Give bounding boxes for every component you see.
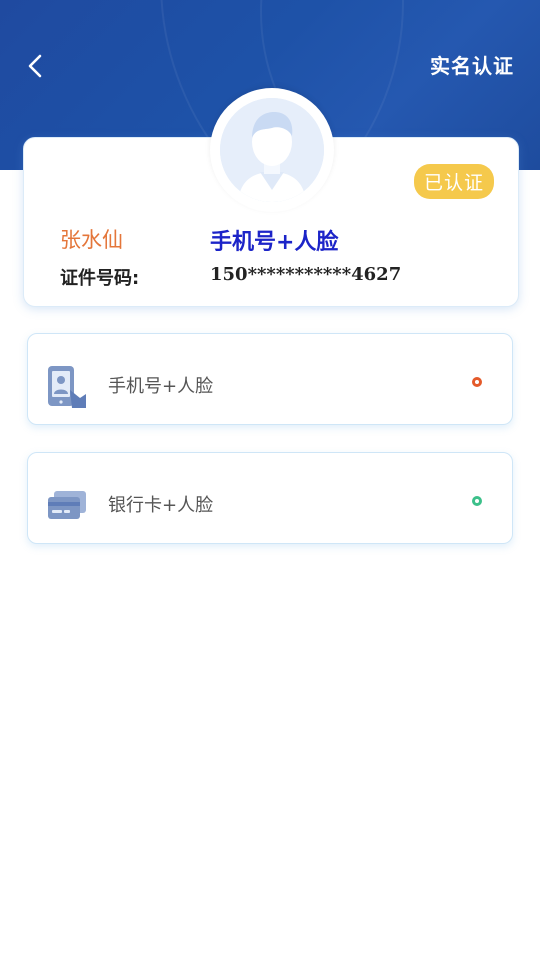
avatar-image bbox=[220, 98, 324, 202]
verified-badge: 已认证 bbox=[413, 164, 494, 199]
option-phone-face[interactable]: 手机号+人脸 bbox=[27, 333, 513, 425]
status-dot bbox=[472, 377, 482, 387]
bank-card-icon bbox=[48, 491, 86, 519]
avatar bbox=[210, 88, 334, 212]
back-button[interactable] bbox=[18, 48, 54, 84]
id-number-label: 证件号码: bbox=[60, 268, 140, 289]
status-dot bbox=[472, 496, 482, 506]
real-name-auth-page: 实名认证 已认证 张水仙 手机号+人脸 证件号码: 150***********… bbox=[0, 0, 540, 960]
option-label: 手机号+人脸 bbox=[108, 376, 214, 397]
option-label: 银行卡+人脸 bbox=[108, 495, 214, 516]
auth-method: 手机号+人脸 bbox=[210, 230, 339, 255]
phone-face-icon bbox=[48, 366, 86, 408]
id-number-value: 150***********4627 bbox=[210, 264, 402, 285]
user-name: 张水仙 bbox=[60, 228, 123, 252]
user-avatar-icon bbox=[220, 98, 324, 202]
chevron-left-icon bbox=[28, 54, 42, 78]
option-bank-card-face[interactable]: 银行卡+人脸 bbox=[27, 452, 513, 544]
page-title: 实名认证 bbox=[430, 54, 514, 78]
